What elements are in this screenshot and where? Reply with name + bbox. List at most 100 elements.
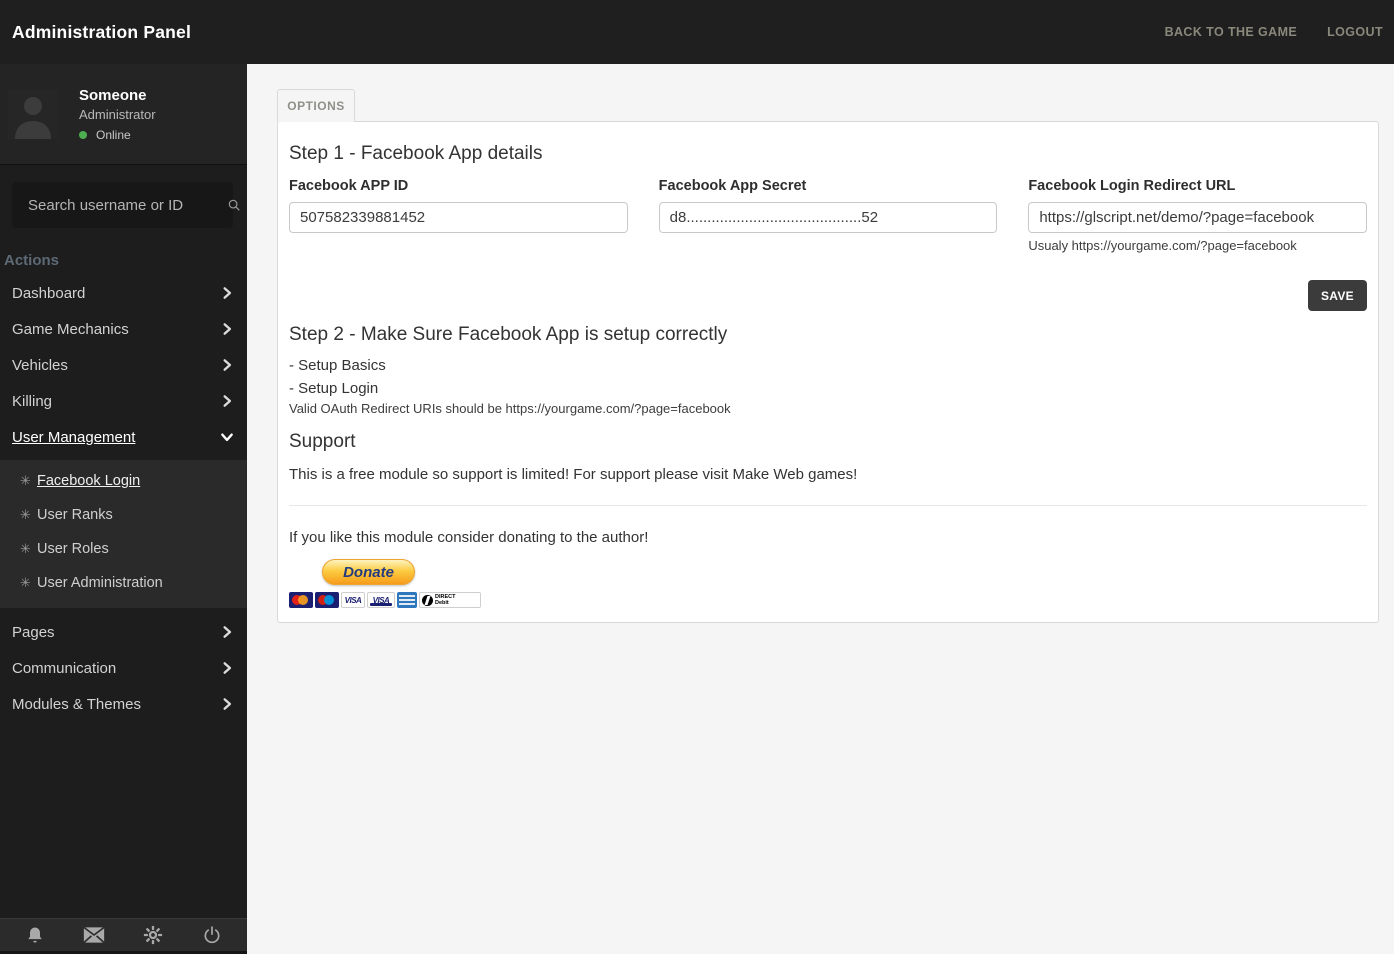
bell-icon xyxy=(28,927,43,943)
setup-login-line: - Setup Login xyxy=(289,380,379,397)
sidebar-item-user-roles[interactable]: ✳ User Roles xyxy=(0,532,247,566)
messages-button[interactable] xyxy=(83,924,105,946)
sidebar-item-label: Communication xyxy=(12,659,117,677)
paypal-donate-button[interactable]: Donate xyxy=(322,559,415,585)
donate-button-label: Donate xyxy=(343,563,394,581)
divider xyxy=(289,505,1367,506)
visa-electron-icon: VISA xyxy=(367,592,395,608)
chevron-right-icon xyxy=(223,287,232,299)
topbar-links: BACK TO THE GAME LOGOUT xyxy=(1165,25,1383,39)
field-label: Facebook Login Redirect URL xyxy=(1028,178,1236,194)
asterisk-bullet-icon: ✳ xyxy=(20,541,31,556)
search-wrap xyxy=(0,165,247,242)
direct-debit-icon: DIRECT Debit xyxy=(419,592,481,608)
mail-icon xyxy=(83,926,105,944)
sidebar-item-vehicles[interactable]: Vehicles xyxy=(0,347,247,383)
actions-section-label: Actions xyxy=(4,252,60,269)
sidebar-item-label: Killing xyxy=(12,392,53,410)
support-heading: Support xyxy=(289,431,356,452)
sidebar-item-modules-themes[interactable]: Modules & Themes xyxy=(0,686,247,722)
save-button[interactable]: SAVE xyxy=(1308,280,1367,311)
tab-options-label: OPTIONS xyxy=(287,99,345,113)
submenu-item-label: User Administration xyxy=(37,575,163,591)
field-label: Facebook App Secret xyxy=(658,178,807,194)
sidebar-item-user-administration[interactable]: ✳ User Administration xyxy=(0,566,247,600)
sidebar-item-pages[interactable]: Pages xyxy=(0,614,247,650)
sidebar-item-killing[interactable]: Killing xyxy=(0,383,247,419)
oauth-note: Valid OAuth Redirect URIs should be http… xyxy=(289,401,731,416)
sidebar-item-user-ranks[interactable]: ✳ User Ranks xyxy=(0,498,247,532)
search-box[interactable] xyxy=(12,182,240,228)
search-icon[interactable] xyxy=(227,198,241,212)
submenu-item-label: User Roles xyxy=(37,541,109,557)
chevron-right-icon xyxy=(223,698,232,710)
tab-options[interactable]: OPTIONS xyxy=(277,89,355,122)
asterisk-bullet-icon: ✳ xyxy=(20,473,31,488)
sidebar-item-facebook-login[interactable]: ✳ Facebook Login xyxy=(0,464,247,498)
donate-text: If you like this module consider donatin… xyxy=(289,529,649,546)
sidebar-item-label: Vehicles xyxy=(12,356,68,374)
payment-cards-row: VISA VISA DIRECT Debit xyxy=(289,592,1367,608)
sidebar-item-label: User Management xyxy=(12,428,136,446)
topbar: Administration Panel BACK TO THE GAME LO… xyxy=(0,0,1394,64)
field-facebook-redirect-url: Facebook Login Redirect URL Usualy https… xyxy=(1028,178,1367,253)
gear-icon xyxy=(143,925,163,945)
save-row: SAVE xyxy=(289,280,1367,311)
person-icon xyxy=(15,97,51,139)
step2-heading: Step 2 - Make Sure Facebook App is setup… xyxy=(289,324,728,345)
facebook-app-id-input[interactable] xyxy=(289,202,628,233)
options-panel: Step 1 - Facebook App details Facebook A… xyxy=(277,121,1379,623)
asterisk-bullet-icon: ✳ xyxy=(20,575,31,590)
search-input[interactable] xyxy=(28,196,227,214)
settings-button[interactable] xyxy=(142,924,164,946)
sidebar-item-label: Modules & Themes xyxy=(12,695,141,713)
user-management-submenu: ✳ Facebook Login ✳ User Ranks ✳ User Rol… xyxy=(0,460,247,608)
chevron-right-icon xyxy=(223,626,232,638)
facebook-redirect-url-input[interactable] xyxy=(1028,202,1367,233)
main-content: OPTIONS Step 1 - Facebook App details Fa… xyxy=(247,64,1394,954)
profile-info: Someone Administrator Online xyxy=(79,87,156,142)
redirect-url-helper: Usualy https://yourgame.com/?page=facebo… xyxy=(1028,238,1297,253)
field-label: Facebook APP ID xyxy=(289,178,409,194)
sidebar-item-label: Dashboard xyxy=(12,284,86,302)
sidebar-item-game-mechanics[interactable]: Game Mechanics xyxy=(0,311,247,347)
step1-heading: Step 1 - Facebook App details xyxy=(289,143,543,164)
sidebar-item-label: Pages xyxy=(12,623,55,641)
submenu-item-label: Facebook Login xyxy=(37,473,141,489)
profile-section: Someone Administrator Online xyxy=(0,64,247,165)
step1-fields: Facebook APP ID Facebook App Secret Face… xyxy=(289,178,1367,253)
sidebar-item-user-management[interactable]: User Management xyxy=(0,419,247,455)
maestro-icon xyxy=(315,592,339,608)
setup-basics-line: - Setup Basics xyxy=(289,357,386,374)
profile-role: Administrator xyxy=(79,106,156,122)
facebook-app-secret-input[interactable] xyxy=(658,202,998,233)
notifications-button[interactable] xyxy=(24,924,46,946)
support-text: This is a free module so support is limi… xyxy=(289,466,858,483)
asterisk-bullet-icon: ✳ xyxy=(20,507,31,522)
chevron-right-icon xyxy=(223,395,232,407)
field-facebook-app-secret: Facebook App Secret xyxy=(658,178,998,253)
back-to-game-link[interactable]: BACK TO THE GAME xyxy=(1165,25,1298,39)
sidebar-footer xyxy=(0,918,247,951)
chevron-right-icon xyxy=(223,359,232,371)
sidebar-item-dashboard[interactable]: Dashboard xyxy=(0,275,247,311)
tab-row: OPTIONS xyxy=(277,89,1394,122)
avatar xyxy=(8,89,58,139)
power-button[interactable] xyxy=(201,924,223,946)
sidebar-item-communication[interactable]: Communication xyxy=(0,650,247,686)
power-icon xyxy=(204,926,220,944)
profile-status: Online xyxy=(79,128,156,142)
chevron-down-icon xyxy=(221,433,233,442)
field-facebook-app-id: Facebook APP ID xyxy=(289,178,628,253)
mastercard-icon xyxy=(289,592,313,608)
chevron-right-icon xyxy=(223,323,232,335)
sidebar-item-label: Game Mechanics xyxy=(12,320,129,338)
chevron-right-icon xyxy=(223,662,232,674)
app-title: Administration Panel xyxy=(12,21,192,42)
sidebar: Someone Administrator Online Actions Das… xyxy=(0,64,247,954)
visa-icon: VISA xyxy=(341,592,365,608)
amex-icon xyxy=(397,592,417,608)
online-status-label: Online xyxy=(96,127,131,142)
online-status-dot xyxy=(79,130,87,139)
logout-link[interactable]: LOGOUT xyxy=(1327,25,1383,39)
